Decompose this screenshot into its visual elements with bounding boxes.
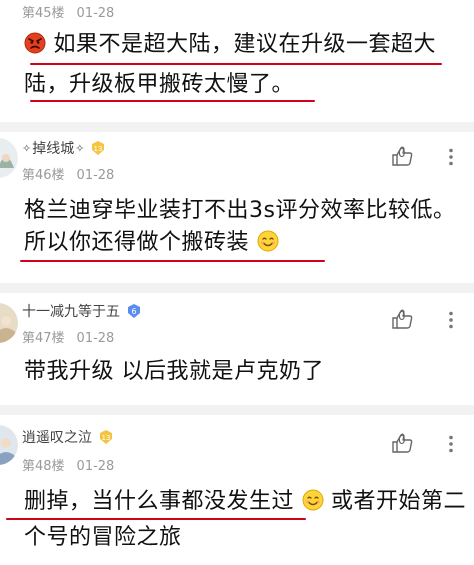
more-dots-icon: [449, 148, 453, 166]
floor-number: 第45楼: [22, 6, 65, 21]
smile-face-emoji: [302, 489, 324, 511]
post-text: 删掉，当什么事都没发生过: [24, 489, 295, 514]
post-meta: 第45楼 01-28: [22, 2, 114, 21]
username-decor: ✧: [75, 141, 85, 155]
floor-number: 第47楼: [22, 331, 65, 346]
post-floor-45: 第45楼 01-28 如果不是超大陆，建议在升级一套超大 陆，升级板甲搬砖太慢了。: [0, 0, 474, 120]
post-floor-46: ✧ 掉线城 ✧ 13 0 第46楼 01-28 格兰迪穿毕业装打不出3s评分效率比…: [0, 132, 474, 282]
post-text: 如果不是超大陆，建议在升级一套超大: [53, 32, 437, 57]
post-date: 01-28: [76, 459, 115, 474]
user-info: ✧ 掉线城 ✧ 13: [22, 138, 106, 158]
username[interactable]: 掉线城: [32, 138, 74, 158]
red-underline: [20, 260, 325, 262]
avatar[interactable]: [0, 425, 18, 465]
post-text: 或者开始第二: [331, 489, 467, 514]
post-text: 格兰迪穿毕业装打不出3s评分效率比较低。: [24, 198, 456, 223]
more-options-button[interactable]: [440, 146, 462, 168]
post-text-line: 陆，升级板甲搬砖太慢了。: [24, 70, 294, 100]
post-meta: 第48楼 01-28: [22, 455, 114, 474]
post-text-line: 格兰迪穿毕业装打不出3s评分效率比较低。: [24, 196, 455, 226]
like-count: 0: [398, 146, 406, 160]
more-dots-icon: [449, 311, 453, 329]
red-underline: [30, 100, 315, 102]
post-text-line: 带我升级 以后我就是卢克奶了: [24, 357, 324, 387]
username-decor: ✧: [22, 141, 32, 155]
post-date: 01-28: [76, 168, 115, 183]
post-text: 陆，升级板甲搬砖太慢了。: [24, 72, 295, 97]
post-floor-48: 逍遥叹之泣 13 0 第48楼 01-28 删掉，当什么事都没发生过 或者开始第二…: [0, 415, 474, 565]
user-info: 逍遥叹之泣 13: [22, 427, 114, 447]
post-text-line: 删掉，当什么事都没发生过 或者开始第二: [24, 487, 466, 517]
post-text-line: 个号的冒险之旅: [24, 523, 182, 553]
level-badge-icon: 6: [126, 303, 142, 319]
red-underline: [6, 518, 306, 520]
post-divider: [0, 405, 474, 415]
more-options-button[interactable]: [440, 309, 462, 331]
level-badge-icon: 13: [98, 429, 114, 445]
level-number: 13: [102, 434, 111, 442]
level-badge-icon: 13: [90, 140, 106, 156]
smile-face-emoji: [257, 230, 279, 252]
angry-face-emoji: [24, 32, 46, 54]
level-number: 13: [94, 145, 103, 153]
like-count: 0: [398, 309, 406, 323]
like-count: 0: [398, 433, 406, 447]
post-date: 01-28: [76, 6, 115, 21]
username[interactable]: 逍遥叹之泣: [22, 427, 92, 447]
post-meta: 第47楼 01-28: [22, 327, 114, 346]
avatar[interactable]: [0, 138, 18, 178]
post-text: 所以你还得做个搬砖装: [24, 230, 250, 255]
level-number: 6: [131, 307, 136, 316]
post-text: 带我升级 以后我就是卢克奶了: [24, 359, 324, 384]
post-text-line: 如果不是超大陆，建议在升级一套超大: [24, 30, 436, 60]
red-underline: [30, 63, 442, 65]
post-divider: [0, 122, 474, 132]
post-text-line: 所以你还得做个搬砖装: [24, 228, 279, 258]
user-info: 十一减九等于五 6: [22, 301, 142, 321]
floor-number: 第48楼: [22, 459, 65, 474]
more-options-button[interactable]: [440, 433, 462, 455]
avatar[interactable]: [0, 303, 18, 343]
username[interactable]: 十一减九等于五: [22, 301, 120, 321]
post-meta: 第46楼 01-28: [22, 164, 114, 183]
post-date: 01-28: [76, 331, 115, 346]
post-text: 个号的冒险之旅: [24, 525, 182, 550]
floor-number: 第46楼: [22, 168, 65, 183]
post-floor-47: 十一减九等于五 6 0 第47楼 01-28 带我升级 以后我就是卢克奶了: [0, 293, 474, 403]
post-divider: [0, 283, 474, 293]
more-dots-icon: [449, 435, 453, 453]
